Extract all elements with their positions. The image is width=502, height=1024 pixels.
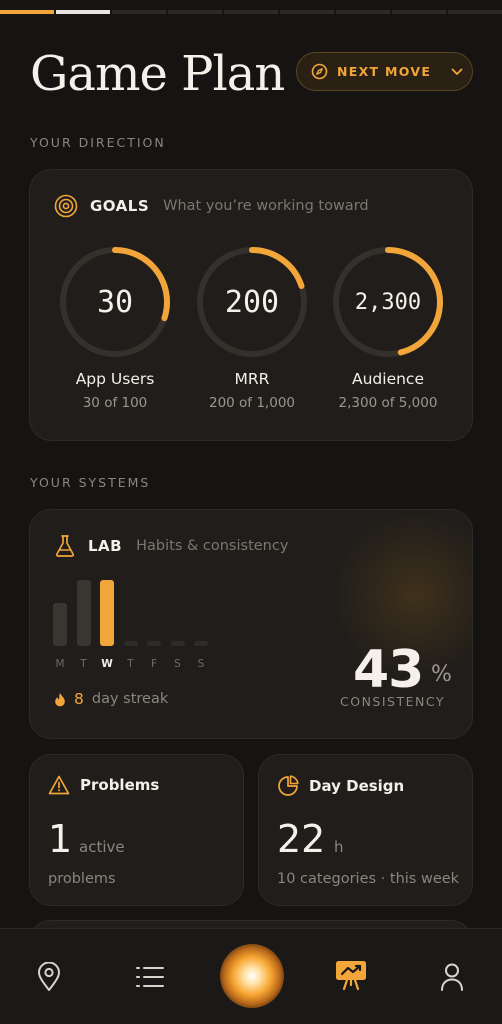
progress-segment (112, 10, 166, 14)
game-plan-icon[interactable] (331, 955, 371, 995)
streak-count: 8 (74, 690, 84, 708)
goals-header: GOALS What you’re working toward (54, 194, 369, 218)
goal-value: 30 (96, 284, 134, 320)
habit-day-bar (123, 641, 138, 646)
problems-title: Problems (80, 776, 160, 794)
streak-label: day streak (91, 691, 169, 707)
glow-orb-button[interactable] (220, 944, 284, 1008)
streak: 8 day streak (54, 690, 168, 708)
habit-day-label: W (101, 658, 113, 670)
habit-day-label: S (197, 658, 205, 670)
habit-day-label: T (80, 658, 87, 670)
compass-icon (311, 63, 328, 80)
flask-icon (54, 534, 76, 558)
lab-header: LAB Habits & consistency (54, 534, 288, 558)
section-label-systems: YOUR SYSTEMS (30, 475, 151, 490)
flame-icon (54, 692, 66, 707)
progress-segment-current (56, 10, 110, 14)
problems-count-label: active (79, 838, 125, 856)
habit-day-bar (53, 603, 67, 646)
problems-subtitle: problems (48, 871, 116, 887)
next-move-button[interactable]: NEXT MOVE (296, 52, 473, 91)
page-title: Game Plan (30, 46, 285, 102)
goal-value: 2,300 (354, 289, 422, 315)
progress-segment-completed (0, 10, 54, 14)
goal-ring-app-users[interactable]: 30 (58, 245, 172, 359)
bottom-nav (0, 928, 502, 1024)
goal-label: Audience (352, 370, 424, 388)
habit-day-label: F (150, 658, 158, 670)
habit-day-bar (76, 580, 91, 646)
habit-day-label: M (55, 658, 65, 670)
story-progress (0, 10, 502, 14)
day-design-unit: h (334, 838, 344, 856)
habit-day-bar (147, 641, 161, 646)
progress-segment (336, 10, 390, 14)
day-design-title: Day Design (309, 777, 405, 795)
list-icon[interactable] (130, 957, 170, 997)
progress-segment (168, 10, 222, 14)
goal-progress-text: 200 of 1,000 (208, 395, 295, 411)
goal-label: MRR (234, 370, 270, 388)
goal-ring-audience[interactable]: 2,300 (331, 245, 445, 359)
problems-header: Problems (48, 775, 159, 795)
progress-segment (392, 10, 446, 14)
pie-chart-icon (277, 775, 299, 797)
consistency-value: 43 (353, 640, 424, 700)
problems-card[interactable]: Problems 1 active problems (29, 754, 244, 906)
progress-segment (224, 10, 278, 14)
lab-subtitle: Habits & consistency (136, 538, 289, 554)
habit-day-label: T (127, 658, 134, 670)
target-icon (54, 194, 78, 218)
profile-icon[interactable] (432, 957, 472, 997)
goal-label: App Users (75, 370, 155, 388)
map-pin-icon[interactable] (29, 957, 69, 997)
warning-icon (48, 775, 70, 795)
day-design-value: 22 (277, 817, 326, 861)
problems-count: 1 (48, 817, 73, 861)
habit-day-bar (170, 641, 185, 646)
habit-day-label: S (174, 658, 181, 670)
next-move-label: NEXT MOVE (337, 64, 432, 79)
chevron-down-icon (451, 68, 463, 76)
day-design-card[interactable]: Day Design 22 h 10 categories · this wee… (258, 754, 473, 906)
goals-subtitle: What you’re working toward (163, 198, 369, 214)
consistency-label: CONSISTENCY (340, 694, 446, 709)
progress-segment (448, 10, 502, 14)
habit-day-bar (100, 580, 114, 646)
section-label-direction: YOUR DIRECTION (30, 135, 166, 150)
goals-title: GOALS (90, 197, 150, 215)
consistency-unit: % (431, 662, 452, 687)
day-design-header: Day Design (277, 775, 404, 797)
habit-day-bar (194, 641, 208, 646)
progress-segment (280, 10, 334, 14)
lab-title: LAB (88, 537, 123, 555)
goal-value: 200 (224, 284, 280, 320)
day-design-subtitle: 10 categories · this week (277, 871, 460, 887)
goal-ring-mrr[interactable]: 200 (195, 245, 309, 359)
goal-progress-text: 2,300 of 5,000 (338, 395, 438, 411)
goals-card[interactable]: GOALS What you’re working toward 30 App … (29, 169, 473, 441)
goal-progress-text: 30 of 100 (82, 395, 148, 411)
